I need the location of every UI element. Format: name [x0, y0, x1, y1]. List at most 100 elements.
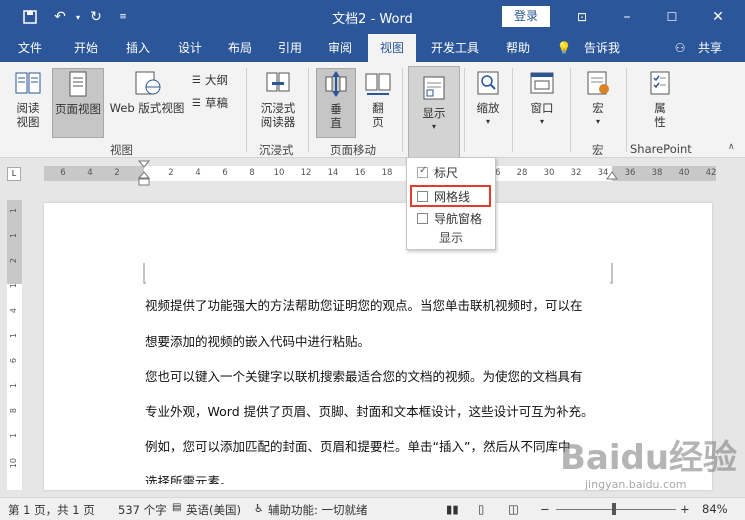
immersive-reader-label: 沉浸式阅读器	[260, 101, 296, 129]
show-button[interactable]: 显示 ▾	[408, 66, 460, 158]
document-paragraph-line[interactable]: 视频提供了功能强大的方法帮助您证明您的观点。当您单击联机视频时，可以在	[145, 295, 583, 314]
document-paragraph-line[interactable]: 例如，您可以添加匹配的封面、页眉和提要栏。单击“插入”，然后从不同库中	[145, 436, 570, 455]
print-layout-view-icon[interactable]: ▯	[478, 502, 484, 516]
tab-selector-button[interactable]: L	[7, 167, 21, 181]
language-indicator[interactable]: 英语(美国)	[186, 502, 241, 518]
tab-help[interactable]: 帮助	[496, 34, 540, 62]
minimize-icon[interactable]: –	[617, 7, 637, 27]
print-layout-icon	[69, 71, 87, 97]
tab-home[interactable]: 开始	[64, 34, 108, 62]
web-layout-label: Web 版式视图	[109, 101, 185, 115]
vertical-ruler[interactable]: 1 1 2 1 4 1 6 1 8 1 10	[7, 200, 22, 490]
read-mode-icon	[15, 72, 41, 94]
ruler-tick-label: 16	[354, 168, 366, 178]
vertical-ruler-tick-label: 1	[9, 208, 18, 214]
tab-developer[interactable]: 开发工具	[424, 34, 486, 62]
ruler-tick-label: 12	[300, 168, 312, 178]
chevron-down-icon: ▾	[431, 122, 436, 131]
immersive-reader-button[interactable]: 沉浸式阅读器	[254, 68, 302, 138]
ruler-tick-label: 18	[381, 168, 393, 178]
tab-tell-me[interactable]: 告诉我	[576, 34, 628, 62]
zoom-button[interactable]: 缩放 ▾	[470, 68, 506, 138]
ruler-checkbox-item[interactable]: ✓ 标尺	[417, 164, 458, 181]
group-separator	[464, 68, 465, 152]
nav-pane-checkbox-item[interactable]: 导航窗格	[417, 210, 482, 227]
close-icon[interactable]: ✕	[708, 7, 728, 27]
margin-corner-top-left	[143, 263, 146, 284]
tab-view[interactable]: 视图	[368, 34, 416, 62]
accessibility-icon[interactable]: ♿	[254, 502, 264, 515]
macros-button[interactable]: 宏 ▾	[578, 68, 618, 138]
ruler-tick-label: 2	[168, 168, 174, 178]
zoom-slider[interactable]	[556, 509, 676, 510]
page-count[interactable]: 第 1 页，共 1 页	[8, 502, 95, 518]
properties-label: 属性	[654, 101, 666, 129]
show-label: 显示	[422, 106, 446, 120]
read-mode-view-icon[interactable]: ▮▮	[446, 502, 459, 516]
group-label-sharepoint: SharePoint	[630, 142, 692, 156]
nav-pane-label: 导航窗格	[434, 212, 483, 226]
tab-insert[interactable]: 插入	[116, 34, 160, 62]
ruler-tick-label: 42	[705, 168, 717, 178]
vertical-scroll-icon	[325, 71, 347, 97]
collapse-ribbon-icon[interactable]: ∧	[728, 142, 735, 152]
outline-button[interactable]: ☰ 大纲	[192, 72, 228, 88]
tab-design[interactable]: 设计	[168, 34, 212, 62]
tab-references[interactable]: 引用	[268, 34, 312, 62]
document-paragraph-line[interactable]: 专业外观，Word 提供了页眉、页脚、封面和文本框设计，这些设计可互为补充。	[145, 401, 594, 420]
word-count[interactable]: 537 个字	[118, 502, 167, 518]
gridlines-checkbox[interactable]	[417, 191, 428, 202]
accessibility-status[interactable]: 辅助功能: 一切就绪	[268, 502, 368, 518]
vertical-ruler-tick-label: 10	[9, 458, 18, 469]
gridlines-label: 网格线	[434, 190, 471, 204]
ruler-checkbox[interactable]: ✓	[417, 165, 428, 178]
ruler-tick-label: 40	[678, 168, 690, 178]
zoom-out-icon[interactable]: −	[540, 502, 550, 516]
maximize-icon[interactable]: ☐	[662, 7, 682, 27]
print-layout-button[interactable]: 页面视图	[52, 68, 104, 138]
ruler-row: L 64224681012141618202224262830323436384…	[0, 158, 745, 188]
read-mode-button[interactable]: 阅读视图	[6, 68, 50, 138]
tab-share[interactable]: 共享	[690, 34, 730, 62]
tab-file[interactable]: 文件	[8, 34, 52, 62]
left-indent-marker[interactable]	[138, 160, 150, 187]
side-to-side-button[interactable]: 翻页	[360, 68, 396, 138]
tab-review[interactable]: 审阅	[318, 34, 362, 62]
ribbon-display-options-icon[interactable]: ⊡	[572, 7, 592, 27]
tab-layout[interactable]: 布局	[218, 34, 262, 62]
zoom-slider-thumb[interactable]	[612, 503, 616, 515]
group-separator	[308, 68, 309, 152]
zoom-in-icon[interactable]: +	[680, 502, 690, 516]
ruler-tick-label: 4	[87, 168, 93, 178]
draft-button[interactable]: ☰ 草稿	[192, 95, 228, 111]
lightbulb-icon[interactable]: 💡	[554, 34, 574, 62]
print-layout-label: 页面视图	[55, 102, 101, 116]
zoom-level[interactable]: 84%	[702, 502, 728, 516]
read-mode-label: 阅读视图	[16, 101, 40, 129]
web-layout-button[interactable]: Web 版式视图	[106, 68, 188, 138]
ruler-tick-label: 28	[516, 168, 528, 178]
vertical-ruler-tick-label: 6	[9, 358, 18, 364]
document-paragraph-line[interactable]: 想要添加的视频的嵌入代码中进行粘贴。	[145, 331, 370, 350]
group-separator	[246, 68, 247, 152]
document-paragraph-line[interactable]: 您也可以键入一个关键字以联机搜索最适合您的文档的视频。为使您的文档具有	[145, 366, 583, 385]
group-separator	[570, 68, 571, 152]
properties-button[interactable]: 属性	[640, 68, 680, 138]
horizontal-ruler[interactable]: 6422468101214161820222426283032343638404…	[44, 160, 717, 186]
vertical-ruler-tick-label: 1	[9, 233, 18, 239]
share-person-icon[interactable]: ⚇	[670, 34, 690, 62]
properties-icon	[650, 71, 670, 95]
doc-check-icon[interactable]: ▤	[172, 502, 181, 513]
window-button[interactable]: 窗口 ▾	[522, 68, 562, 138]
gridlines-checkbox-item[interactable]: 网格线	[417, 188, 470, 205]
web-layout-view-icon[interactable]: ◫	[508, 502, 519, 516]
nav-pane-checkbox[interactable]	[417, 213, 428, 224]
document-paragraph-line[interactable]: 选择所需元素。	[145, 471, 233, 484]
vertical-button[interactable]: 垂直	[316, 68, 356, 138]
macros-label: 宏	[592, 101, 604, 115]
group-separator	[626, 68, 627, 152]
login-button[interactable]: 登录	[502, 6, 550, 27]
right-indent-marker[interactable]	[606, 170, 618, 182]
outline-label: 大纲	[204, 73, 228, 87]
ruler-tick-label: 10	[273, 168, 285, 178]
